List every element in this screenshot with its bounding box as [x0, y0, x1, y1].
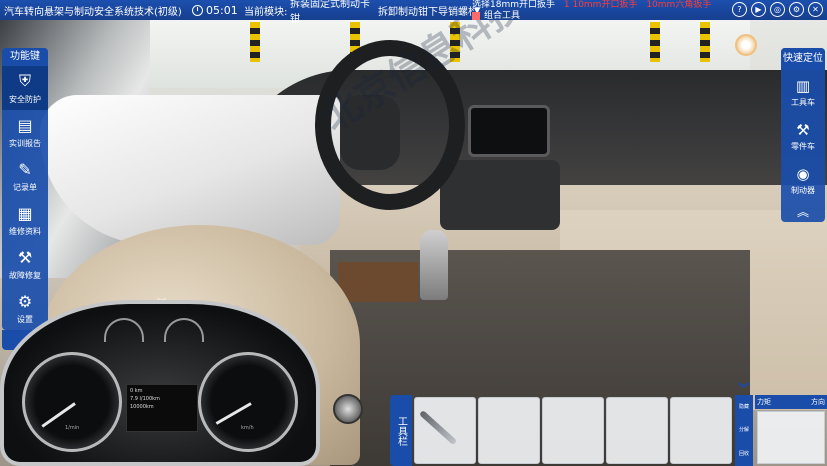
target-icon[interactable]: ◎ [770, 2, 785, 17]
panel-item-safety[interactable]: ⛨ 安全防护 [2, 66, 48, 110]
gear-shifter[interactable] [420, 230, 448, 300]
hazard-stripe [700, 22, 710, 62]
gear-icon: ⚙ [17, 291, 33, 311]
panel-item-label: 实训报告 [9, 139, 41, 148]
toolbar-label: 工具栏 [390, 395, 412, 466]
brake-icon: ◉ [796, 164, 810, 183]
panel-item-label: 维修资料 [9, 227, 41, 236]
close-icon[interactable]: ✕ [808, 2, 823, 17]
tachometer: 1/min [22, 352, 122, 452]
tool-slot[interactable] [606, 397, 668, 464]
record-icon: ✎ [18, 159, 32, 179]
hazard-stripe [650, 22, 660, 62]
torque-wrench-icon [418, 410, 458, 446]
hazard-stripe [250, 22, 260, 62]
tool-slot[interactable] [478, 397, 540, 464]
clock-icon [192, 4, 203, 16]
toolbar-side-buttons: 隐藏 分解 回收 [735, 395, 753, 466]
wrench-icon: ⚒ [17, 247, 33, 267]
fuel-gauge [104, 318, 144, 342]
help-icon[interactable]: ? [732, 2, 747, 17]
settings-icon[interactable]: ⚙ [789, 2, 804, 17]
infotainment-screen [468, 105, 550, 157]
nav-partscart[interactable]: ⚒ 零件车 [781, 114, 825, 158]
trip: 10000km [130, 404, 154, 410]
top-icon-group: ? ▶ ◎ ⚙ ✕ [732, 2, 823, 17]
expand-toolbar-icon[interactable]: ︾ [738, 380, 749, 396]
play-icon[interactable]: ▶ [751, 2, 766, 17]
tool-preview [757, 411, 825, 464]
shield-icon: ⛨ [18, 71, 31, 90]
floor-mat [338, 262, 418, 302]
drive-mode-knob[interactable] [333, 394, 363, 424]
panel-item-label: 设置 [17, 315, 33, 324]
toolcart-icon: ▥ [795, 76, 811, 95]
view-compass-icon[interactable] [735, 34, 757, 56]
task-instruction: 选择18mm开口扳手 1 10mm开口扳手 10mm六角扳手 组合工具 [471, 0, 744, 21]
module-label: 当前模块: [244, 6, 288, 18]
function-panel-title: 功能键 [2, 48, 48, 66]
task-extra2: 10mm六角扳手 [646, 0, 712, 10]
timer: 05:01 [192, 4, 244, 17]
temp-gauge [164, 318, 204, 342]
quick-nav-title: 快速定位 [781, 48, 825, 70]
report-icon: ▤ [17, 115, 33, 135]
panel-item-record[interactable]: ✎ 记录单 [2, 154, 48, 198]
tool-properties: 力矩 方向 [755, 395, 827, 466]
nav-toolcart[interactable]: ▥ 工具车 [781, 70, 825, 114]
tool-slot[interactable] [542, 397, 604, 464]
tach-needle [41, 402, 76, 428]
disassemble-button[interactable]: 分解 [739, 427, 749, 433]
speed-unit: km/h [241, 425, 254, 431]
cluster-info-screen: 0 km 7.9 l/100km 10000km [126, 384, 198, 432]
odo-label: 0 km [130, 388, 143, 394]
function-panel: 功能键 ⛨ 安全防护 ▤ 实训报告 ✎ 记录单 ▦ 维修资料 ⚒ 故障修复 ⚙ … [2, 48, 48, 350]
consumption: 7.9 l/100km [130, 396, 160, 402]
panel-item-label: 安全防护 [9, 95, 41, 104]
center-console [440, 160, 560, 230]
task-extra: 1 10mm开口扳手 [563, 0, 638, 10]
speedometer: km/h [198, 352, 298, 452]
nav-label: 零件车 [791, 141, 815, 151]
panel-item-repair[interactable]: ⚒ 故障修复 [2, 242, 48, 286]
panel-item-label: 故障修复 [9, 271, 41, 280]
torque-label[interactable]: 力矩 [757, 397, 771, 407]
direction-label[interactable]: 方向 [811, 397, 825, 407]
quick-nav-panel: 快速定位 ▥ 工具车 ⚒ 零件车 ◉ 制动器 ︽ [781, 48, 825, 222]
hide-button[interactable]: 隐藏 [739, 404, 749, 410]
task-tools: 组合工具 [471, 11, 521, 21]
collapse-right-panel-button[interactable]: ︽ [781, 202, 825, 222]
panel-item-manual[interactable]: ▦ 维修资料 [2, 198, 48, 242]
nav-label: 工具车 [791, 97, 815, 107]
tool-slot[interactable] [670, 397, 732, 464]
toolbar: 工具栏 隐藏 分解 回收 力矩 方向 [390, 395, 827, 466]
tach-unit: 1/min [65, 425, 80, 431]
app-title: 汽车转向悬架与制动安全系统技术(初级) [4, 6, 182, 18]
nav-label: 制动器 [791, 185, 815, 195]
panel-item-label: 记录单 [13, 183, 37, 192]
door-panel [40, 95, 340, 245]
tool-slot-torque-wrench[interactable] [414, 397, 476, 464]
partscart-icon: ⚒ [796, 120, 810, 139]
instrument-cluster: 1/min 0 km 7.9 l/100km 10000km km/h [0, 300, 320, 466]
manual-icon: ▦ [17, 203, 33, 223]
recycle-button[interactable]: 回收 [739, 451, 749, 457]
current-step: 拆卸制动钳下导销螺栓 [378, 6, 474, 18]
nav-brake[interactable]: ◉ 制动器 [781, 158, 825, 202]
speed-needle [215, 402, 252, 425]
task-main: 选择18mm开口扳手 [472, 0, 555, 10]
timer-value: 05:01 [206, 3, 238, 17]
tool-properties-header: 力矩 方向 [755, 395, 827, 409]
panel-item-report[interactable]: ▤ 实训报告 [2, 110, 48, 154]
module-name: 拆装固定式制动卡钳 [290, 0, 370, 25]
